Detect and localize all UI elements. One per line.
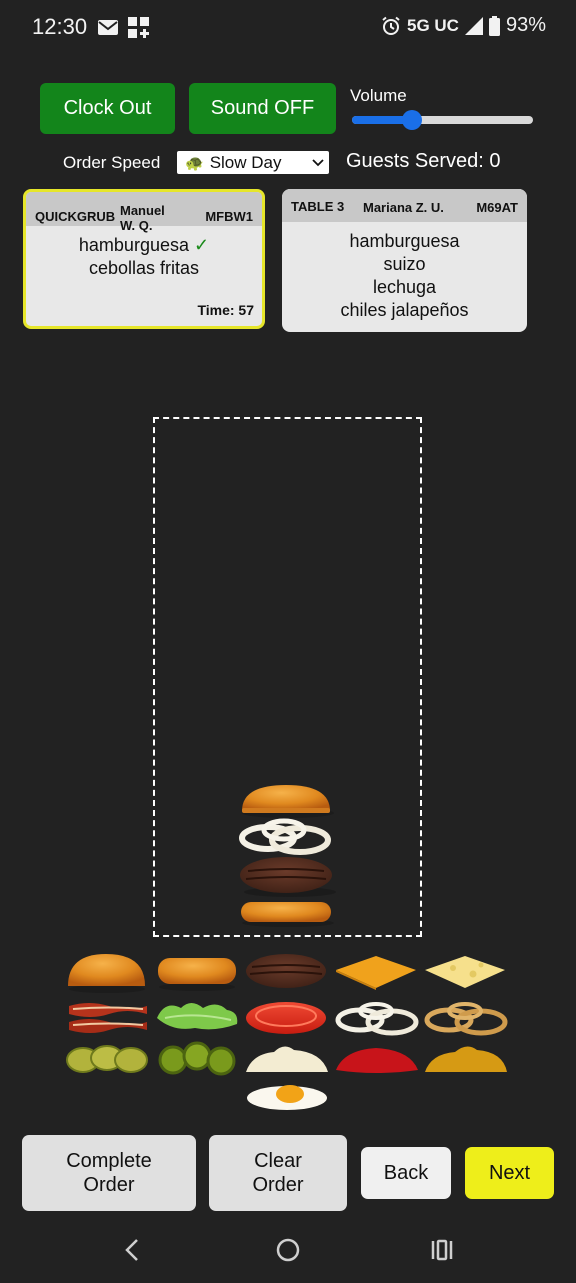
system-nav-bar [0,1228,576,1272]
recents-icon[interactable] [430,1238,454,1262]
ticket-timer: Time: 57 [197,302,254,318]
ticket-item-text: hamburguesa [78,235,189,255]
ingredient-jalapenos[interactable] [155,1040,241,1078]
ingredient-swiss-cheese[interactable] [423,952,507,992]
ingredient-lettuce[interactable] [155,996,241,1036]
order-speed-label: Order Speed [63,153,161,172]
ticket-items: hamburguesa suizo lechuga chiles jalapeñ… [282,222,527,322]
ticket-item: suizo [383,254,426,274]
ingredient-cheddar-cheese[interactable] [334,952,418,992]
clock-out-button[interactable]: Clock Out [40,83,175,134]
stack-beef-patty[interactable] [238,855,338,899]
signal-icon [464,16,483,35]
ticket-header: TABLE 3 Mariana Z. U. M69AT [282,189,527,222]
complete-order-button[interactable]: Complete Order [22,1135,196,1211]
battery-percent: 93% [505,14,546,36]
sound-toggle-button[interactable]: Sound OFF [189,83,336,134]
status-right: 5G UC 93% [381,14,546,37]
ingredient-tomato[interactable] [244,998,328,1038]
ingredient-mustard[interactable] [423,1040,509,1078]
network-label: 5G UC [407,15,459,35]
ingredient-ketchup[interactable] [334,1040,420,1078]
battery-icon [488,15,500,36]
complete-order-line1: Complete [66,1150,152,1172]
ingredient-pickles[interactable] [65,1040,151,1078]
order-speed-value: Slow Day [209,152,282,172]
ingredient-bottom-bun[interactable] [155,954,239,992]
ticket-code: M69AT [476,200,518,215]
chevron-down-icon [312,159,324,167]
order-ticket-selected[interactable]: QUICKGRUB Manuel W. Q. MFBW1 hamburguesa… [23,189,265,329]
ticket-item: cebollas fritas [88,258,200,278]
stack-bottom-bun[interactable] [238,898,336,928]
ingredient-bacon[interactable] [65,998,151,1038]
ticket-customer: Manuel W. Q. [120,203,165,233]
ticket-item: hamburguesa [349,231,460,251]
ticket-items: hamburguesa ✓ cebollas fritas [26,226,262,280]
complete-order-line2: Order [83,1174,135,1196]
volume-slider[interactable] [352,110,533,130]
ingredient-fried-onions[interactable] [423,998,509,1038]
ingredient-beef-patty[interactable] [244,952,328,992]
status-bar: 12:30 5G UC 93% [0,0,576,56]
status-time: 12:30 [32,14,88,39]
next-button[interactable]: Next [465,1147,554,1199]
volume-label: Volume [350,86,407,105]
order-ticket[interactable]: TABLE 3 Mariana Z. U. M69AT hamburguesa … [282,189,527,332]
stack-onion-rings[interactable] [238,816,336,856]
ingredient-fried-egg[interactable] [244,1080,330,1112]
ingredient-top-bun[interactable] [65,952,149,994]
ticket-source: QUICKGRUB [35,209,116,224]
guests-served: Guests Served: 0 [346,150,501,172]
alarm-icon [382,16,400,35]
ticket-code: MFBW1 [205,209,253,224]
clear-order-label: Clear Order [252,1149,303,1197]
ticket-header: QUICKGRUB Manuel W. Q. MFBW1 [26,192,262,233]
ticket-source: TABLE 3 [291,199,345,214]
check-icon: ✓ [194,235,210,255]
back-button[interactable]: Back [361,1147,451,1199]
home-icon[interactable] [276,1238,300,1262]
ingredient-onion-rings[interactable] [334,998,420,1038]
ingredient-mayo[interactable] [244,1040,330,1078]
clear-order-line2: Order [252,1174,304,1196]
volume-thumb[interactable] [401,110,422,130]
mail-icon [98,20,118,35]
ticket-item: hamburguesa ✓ [26,234,262,257]
clear-order-line1: Clear [254,1150,302,1172]
order-speed-select[interactable]: 🐢 Slow Day [177,151,329,174]
turtle-icon: 🐢 [185,154,204,172]
back-icon[interactable] [122,1238,142,1262]
clear-order-button[interactable]: Clear Order [209,1135,347,1211]
ticket-item: lechuga [372,277,437,297]
widgets-icon [128,17,149,38]
complete-order-label: Complete Order [66,1149,152,1197]
ticket-item: chiles jalapeños [340,300,469,320]
stack-top-bun[interactable] [238,783,336,819]
ticket-customer: Mariana Z. U. [363,200,444,215]
